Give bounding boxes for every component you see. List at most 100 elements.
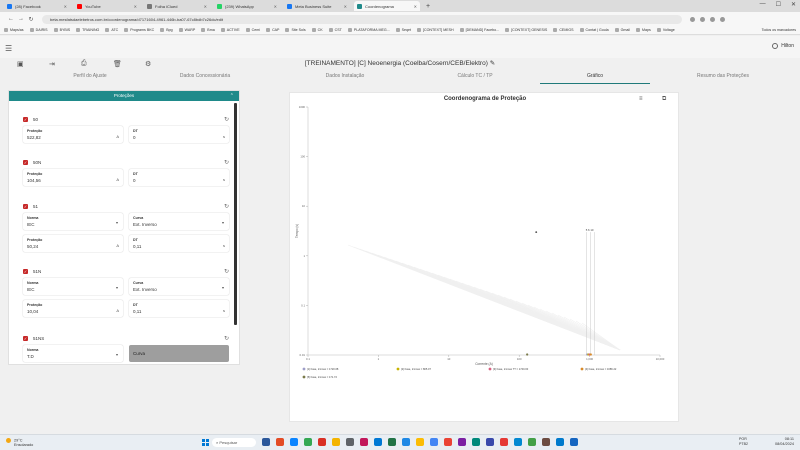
app-tab[interactable]: Cálculo TC / TP — [420, 73, 530, 79]
bookmark-item[interactable]: CAP — [266, 28, 279, 32]
taskbar-app-icon[interactable] — [430, 438, 438, 446]
browser-tab[interactable]: (239) WhatsApp ✕ — [214, 1, 280, 11]
maximize-icon[interactable]: ☐ — [776, 1, 781, 8]
bookmark-item[interactable]: CST — [328, 28, 342, 32]
app-tab[interactable]: Dados Concessionária — [150, 73, 260, 79]
bookmark-item[interactable]: [CONTEXT] MESH — [417, 28, 454, 32]
clock[interactable]: 08:11 08/04/2024 — [775, 437, 794, 447]
protection-field[interactable]: DT 0 s — [129, 169, 229, 186]
protection-field[interactable]: DT 0 s — [129, 126, 229, 143]
taskbar-app-icon[interactable] — [472, 438, 480, 446]
bookmark-item[interactable]: BYBIS — [53, 28, 70, 32]
protection-field[interactable]: Proteção 522,82 A — [23, 126, 123, 143]
taskbar-app-icon[interactable] — [290, 438, 298, 446]
taskbar-search[interactable]: ⌕ Pesquisar — [212, 438, 256, 447]
menu-dots-icon[interactable] — [720, 16, 725, 22]
all-bookmarks[interactable]: Todos os marcadores — [762, 28, 796, 32]
reset-icon[interactable]: ↻ — [224, 203, 229, 210]
taskbar-app-icon[interactable] — [542, 438, 550, 446]
bookmark-item[interactable]: TRAINING — [76, 28, 99, 32]
hamburger-menu-icon[interactable]: ☰ — [5, 44, 12, 53]
browser-tab[interactable]: Meta Business Suite ✕ — [284, 1, 350, 11]
taskbar-app-icon[interactable] — [374, 438, 382, 446]
section-checkbox[interactable]: ✓ — [23, 268, 28, 274]
app-tab[interactable]: Resumo das Proteções — [668, 73, 778, 79]
bookmark-item[interactable]: [DEMAND] Facebo... — [459, 28, 499, 32]
protection-field[interactable]: Norma IEC ▾ — [23, 278, 123, 295]
windows-start-icon[interactable] — [202, 439, 209, 446]
taskbar-app-icon[interactable] — [570, 438, 578, 446]
reset-icon[interactable]: ↻ — [224, 268, 229, 275]
extension-icon[interactable] — [690, 16, 695, 22]
bookmark-item[interactable]: Bpg — [160, 28, 173, 32]
language-indicator[interactable]: POR PTB2 — [739, 437, 748, 447]
forward-icon[interactable]: → — [16, 16, 26, 22]
protection-field[interactable]: DT 0,11 s — [129, 235, 229, 252]
browser-tab[interactable]: (28) Facebook ✕ — [4, 1, 70, 11]
profile-icon[interactable] — [710, 16, 715, 22]
taskbar-app-icon[interactable] — [514, 438, 522, 446]
bookmark-item[interactable]: Contat | Goula — [579, 28, 609, 32]
panel-scrollbar[interactable] — [234, 103, 237, 325]
protection-field[interactable]: Proteção 10,04 A — [23, 300, 123, 317]
reset-icon[interactable]: ↻ — [224, 159, 229, 166]
bookmark-item[interactable]: Cemi — [245, 28, 260, 32]
reset-icon[interactable]: ↻ — [224, 335, 229, 342]
back-icon[interactable]: ← — [6, 16, 16, 22]
reload-icon[interactable]: ↻ — [26, 16, 36, 23]
taskbar-app-icon[interactable] — [276, 438, 284, 446]
app-tab[interactable]: Gráfico — [540, 73, 650, 79]
bookmark-item[interactable]: Programs BKC — [124, 28, 154, 32]
protection-field[interactable]: Proteção 50,24 A — [23, 235, 123, 252]
bookmark-item[interactable]: CK — [311, 28, 323, 32]
bookmark-item[interactable]: Maps — [636, 28, 651, 32]
taskbar-app-icon[interactable] — [500, 438, 508, 446]
taskbar-app-icon[interactable] — [556, 438, 564, 446]
bookmark-item[interactable]: DAIRIS — [29, 28, 48, 32]
protection-field[interactable]: DT 0,11 s — [129, 300, 229, 317]
bookmark-item[interactable]: Bma — [201, 28, 215, 32]
browser-tab[interactable]: Folha iClued ✕ — [144, 1, 210, 11]
taskbar-app-icon[interactable] — [318, 438, 326, 446]
bookmark-item[interactable]: Site Sols — [285, 28, 306, 32]
taskbar-app-icon[interactable] — [416, 438, 424, 446]
bookmark-item[interactable]: Maps/as — [4, 28, 24, 32]
taskbar-app-icon[interactable] — [402, 438, 410, 446]
taskbar-app-icon[interactable] — [486, 438, 494, 446]
taskbar-app-icon[interactable] — [360, 438, 368, 446]
bookmark-item[interactable]: [CONTEXT] GENESIS — [505, 28, 547, 32]
bookmark-item[interactable]: ATC — [105, 28, 118, 32]
taskbar-app-icon[interactable] — [458, 438, 466, 446]
taskbar-app-icon[interactable] — [332, 438, 340, 446]
protection-field[interactable]: Curva — [129, 345, 229, 362]
section-checkbox[interactable]: ✓ — [23, 159, 28, 165]
user-menu[interactable]: Hilton — [772, 43, 794, 49]
taskbar-app-icon[interactable] — [388, 438, 396, 446]
protection-field[interactable]: Curva Ext. Inverso ▾ — [129, 213, 229, 230]
edit-pencil-icon[interactable]: ✎ — [490, 60, 495, 67]
protection-field[interactable]: Norma IEC ▾ — [23, 213, 123, 230]
bookmark-item[interactable]: WARP — [178, 28, 195, 32]
section-checkbox[interactable]: ✓ — [23, 116, 28, 122]
protection-field[interactable]: Proteção 104,56 A — [23, 169, 123, 186]
app-tab[interactable]: Perfil do Ajuste — [35, 73, 145, 79]
close-icon[interactable]: ✕ — [791, 1, 796, 8]
chevron-up-icon[interactable]: ⌃ — [230, 91, 234, 101]
section-checkbox[interactable]: ✓ — [23, 203, 28, 209]
tab-close-icon[interactable]: ✕ — [414, 4, 417, 9]
bookmark-item[interactable]: CEMIGS — [553, 28, 574, 32]
new-tab-icon[interactable]: + — [426, 3, 430, 10]
browser-tab[interactable]: YouTube ✕ — [74, 1, 140, 11]
tab-close-icon[interactable]: ✕ — [344, 4, 347, 9]
taskbar-app-icon[interactable] — [528, 438, 536, 446]
bookmark-item[interactable]: Gmail — [614, 28, 630, 32]
protection-field[interactable]: Curva Ext. Inverso ▾ — [129, 278, 229, 295]
bookmark-item[interactable]: Voltage — [656, 28, 675, 32]
protection-field[interactable]: Norma T.D ▾ — [23, 345, 123, 362]
bookmark-item[interactable]: PLATAFORMA MEG... — [347, 28, 390, 32]
app-tab[interactable]: Dados Instalação — [290, 73, 400, 79]
browser-tab[interactable]: Coordenograma ✕ — [354, 1, 420, 11]
taskbar-app-icon[interactable] — [346, 438, 354, 446]
tab-close-icon[interactable]: ✕ — [64, 4, 67, 9]
bookmark-item[interactable]: Seqet — [395, 28, 411, 32]
